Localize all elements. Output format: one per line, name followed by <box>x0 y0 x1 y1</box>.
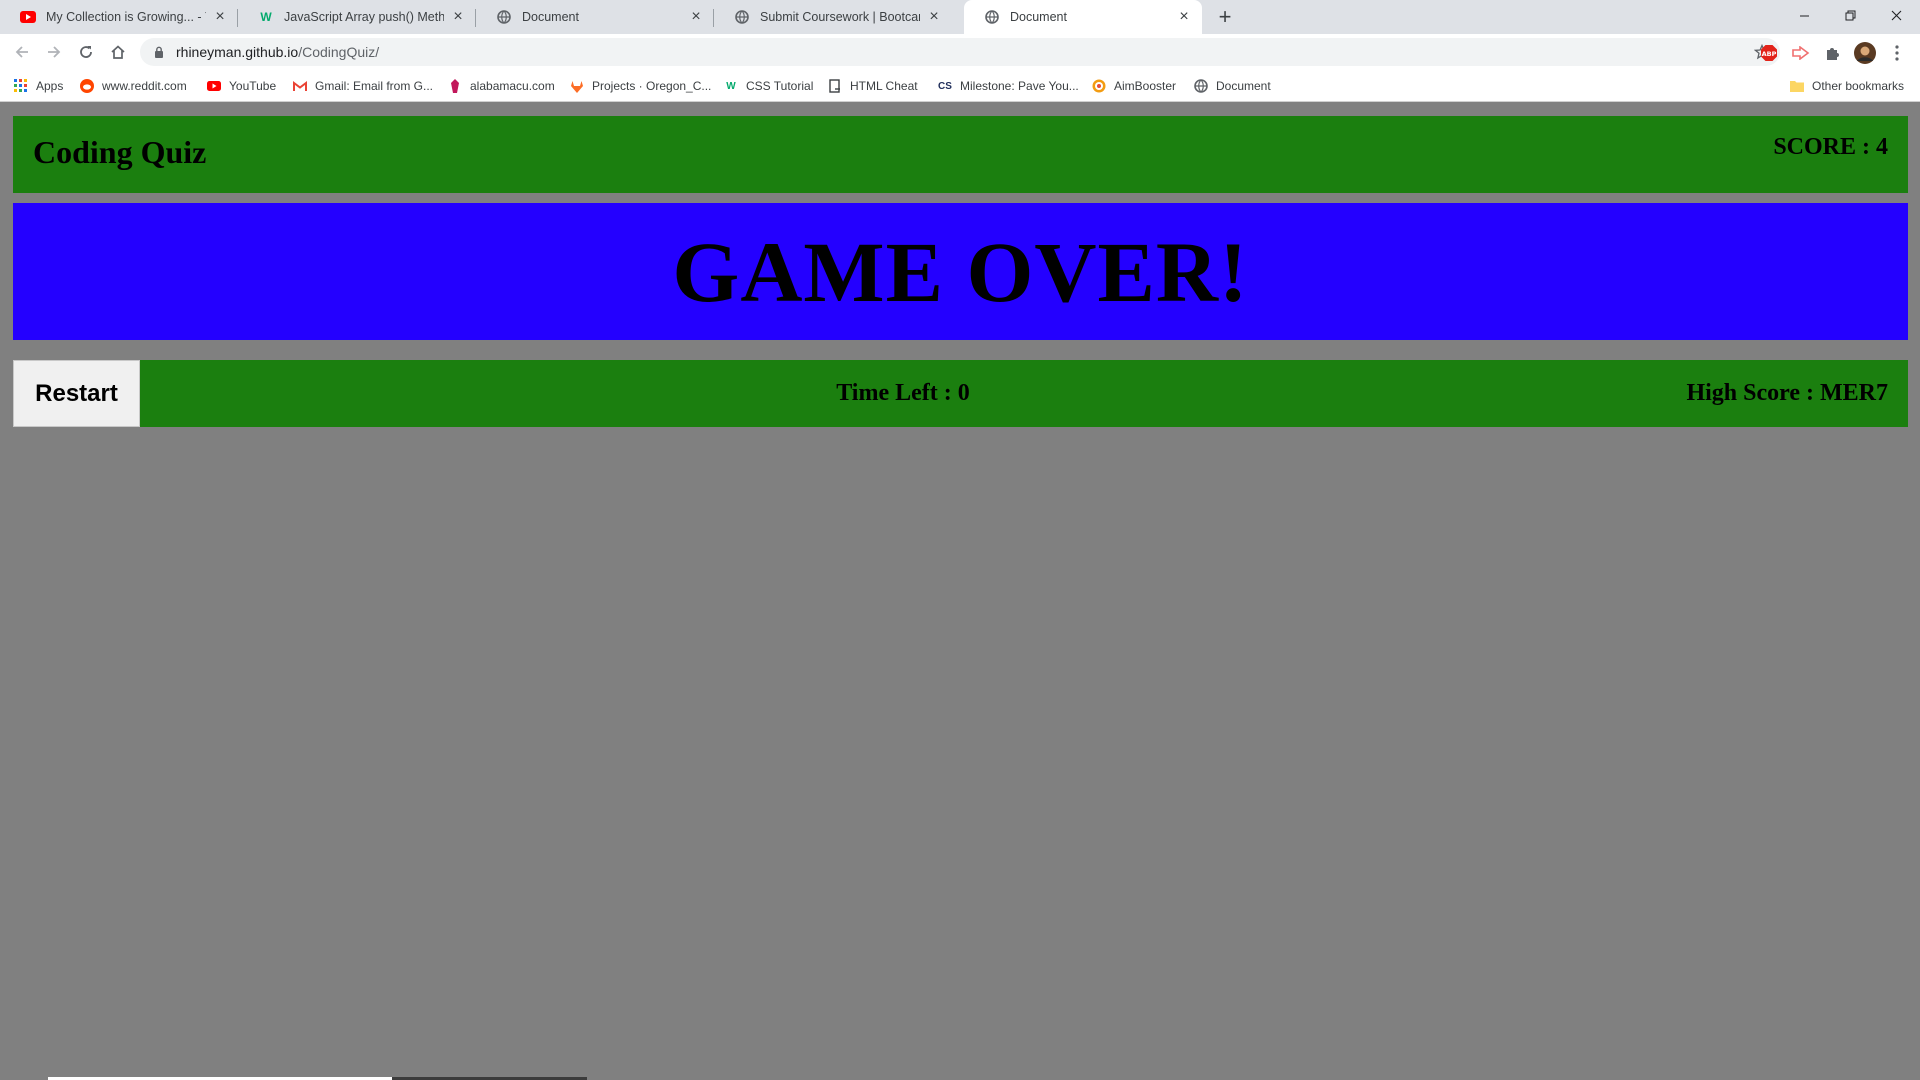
bookmark-label: Gmail: Email from G... <box>315 79 434 93</box>
close-icon[interactable]: × <box>1176 9 1192 25</box>
bookmark-gmail[interactable]: Gmail: Email from G... <box>293 77 433 95</box>
youtube-icon <box>20 9 36 25</box>
close-icon[interactable]: × <box>688 9 704 25</box>
close-icon[interactable]: × <box>926 9 942 25</box>
svg-text:ABP: ABP <box>1762 50 1777 58</box>
tab-document-1[interactable]: Document × <box>476 0 714 34</box>
w3schools-icon: W <box>726 80 736 92</box>
address-toolbar: rhineyman.github.io/CodingQuiz/ ABP <box>0 34 1920 70</box>
bookmark-label: Other bookmarks <box>1812 79 1905 93</box>
close-icon[interactable]: × <box>212 9 228 25</box>
document-icon <box>828 79 842 93</box>
cs-icon: CS <box>938 80 952 92</box>
bookmark-css-tutorial[interactable]: W CSS Tutorial <box>724 77 813 95</box>
gitlab-icon <box>570 79 584 93</box>
bookmark-reddit[interactable]: www.reddit.com <box>80 77 187 95</box>
page-title: Coding Quiz <box>33 134 207 170</box>
tab-youtube[interactable]: My Collection is Growing... - You × <box>0 0 238 34</box>
bookmark-label: AimBooster <box>1114 79 1177 93</box>
home-icon[interactable] <box>104 38 132 66</box>
tab-title: Document <box>1010 10 1067 24</box>
tab-title: My Collection is Growing... - You <box>46 10 206 24</box>
url-host: rhineyman.github.io <box>176 44 299 60</box>
close-icon[interactable]: × <box>450 9 466 25</box>
profile-avatar-icon[interactable] <box>1854 42 1876 64</box>
game-over-banner: GAME OVER! <box>13 203 1908 340</box>
minimize-icon[interactable] <box>1781 0 1827 30</box>
bookmark-html-cheat[interactable]: HTML Cheat <box>828 77 918 95</box>
bookmark-label: www.reddit.com <box>102 79 187 93</box>
extensions-puzzle-icon[interactable] <box>1822 42 1844 64</box>
bookmark-other[interactable]: Other bookmarks <box>1790 77 1904 95</box>
apps-grid-icon <box>14 79 28 93</box>
tab-document-active[interactable]: Document × <box>964 0 1202 34</box>
bookmark-apps[interactable]: Apps <box>14 77 63 95</box>
time-left-display: Time Left : 0 <box>836 380 970 406</box>
restart-button[interactable]: Restart <box>13 360 140 427</box>
bookmark-gitlab[interactable]: Projects · Oregon_C... <box>570 77 711 95</box>
bookmark-label: HTML Cheat <box>850 79 918 93</box>
bookmark-document[interactable]: Document <box>1194 77 1271 95</box>
url-path: /CodingQuiz/ <box>298 44 380 60</box>
back-arrow-icon[interactable] <box>8 38 36 66</box>
tab-title: JavaScript Array push() Method <box>284 10 444 24</box>
score-display: SCORE : 4 <box>1773 134 1888 160</box>
menu-dots-icon[interactable] <box>1886 42 1908 64</box>
bookmark-label: Document <box>1216 79 1271 93</box>
aimbooster-icon <box>1092 79 1106 93</box>
high-score-display: High Score : MER7 <box>1686 380 1888 406</box>
adblock-icon[interactable]: ABP <box>1758 42 1780 64</box>
reddit-icon <box>80 79 94 93</box>
bookmark-alabamacu[interactable]: alabamacu.com <box>448 77 555 95</box>
bookmark-aimbooster[interactable]: AimBooster <box>1092 77 1176 95</box>
globe-icon <box>1194 79 1208 93</box>
bookmark-label: Projects · Oregon_C... <box>592 79 712 93</box>
gmail-icon <box>293 79 307 93</box>
close-window-icon[interactable] <box>1873 0 1919 30</box>
youtube-icon <box>207 79 221 93</box>
quiz-header: Coding Quiz SCORE : 4 <box>13 116 1908 193</box>
alabamacu-icon <box>448 79 462 93</box>
bookmark-label: Apps <box>36 79 64 93</box>
tab-strip: My Collection is Growing... - You × W Ja… <box>0 0 1920 34</box>
address-bar[interactable]: rhineyman.github.io/CodingQuiz/ <box>140 38 1780 66</box>
globe-icon <box>496 9 512 25</box>
bookmarks-bar: Apps www.reddit.com YouTube Gmail: Email… <box>0 70 1920 102</box>
bookmark-label: YouTube <box>229 79 277 93</box>
restore-icon[interactable] <box>1827 0 1873 30</box>
globe-icon <box>984 9 1000 25</box>
game-over-text: GAME OVER! <box>672 223 1249 320</box>
quiz-page: Coding Quiz SCORE : 4 GAME OVER! Time Le… <box>0 103 1920 1080</box>
lock-icon <box>152 45 166 59</box>
extension-arrow-icon[interactable] <box>1790 42 1812 64</box>
bookmark-youtube[interactable]: YouTube <box>207 77 276 95</box>
bookmark-label: CSS Tutorial <box>746 79 814 93</box>
new-tab-plus-icon[interactable]: + <box>1212 4 1238 30</box>
bookmark-label: alabamacu.com <box>470 79 555 93</box>
tab-title: Document <box>522 10 579 24</box>
w3schools-icon: W <box>260 10 272 24</box>
globe-icon <box>734 9 750 25</box>
tab-submit-coursework[interactable]: Submit Coursework | Bootcamp S × <box>714 0 952 34</box>
forward-arrow-icon[interactable] <box>40 38 68 66</box>
folder-icon <box>1790 79 1804 93</box>
tab-w3schools[interactable]: W JavaScript Array push() Method × <box>238 0 476 34</box>
tab-title: Submit Coursework | Bootcamp S <box>760 10 920 24</box>
quiz-footer: Time Left : 0 Restart High Score : MER7 <box>13 360 1908 427</box>
bookmark-milestone[interactable]: CS Milestone: Pave You... <box>938 77 1079 95</box>
reload-icon[interactable] <box>72 38 100 66</box>
bookmark-label: Milestone: Pave You... <box>960 79 1079 93</box>
